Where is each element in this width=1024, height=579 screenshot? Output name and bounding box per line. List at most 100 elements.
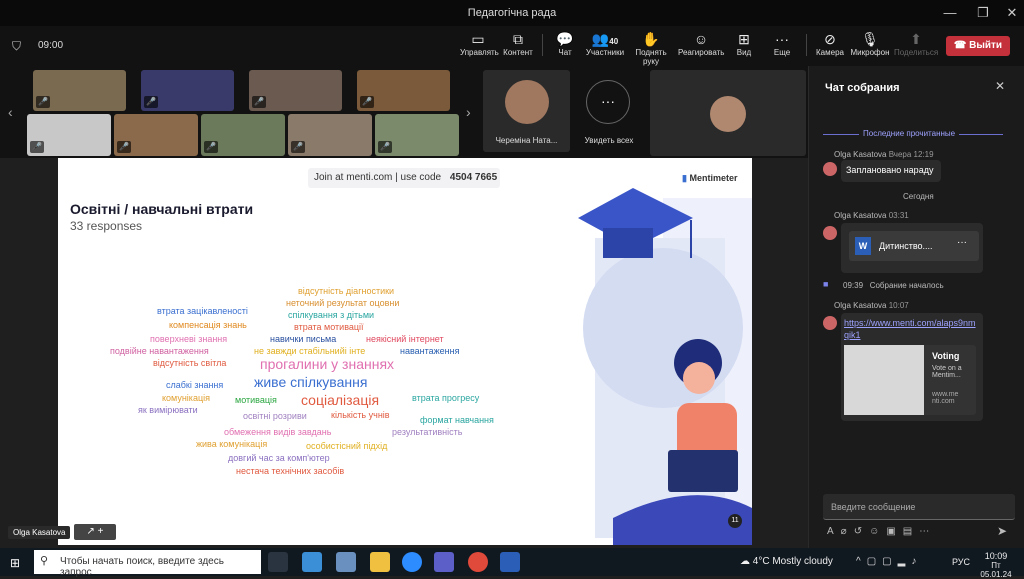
avatar	[505, 80, 549, 124]
sticker-icon[interactable]: ▤	[903, 526, 919, 537]
react-button[interactable]: ☺ Реагировать	[678, 30, 724, 57]
window-titlebar: Педагогічна рада — ❐ ✕	[0, 0, 1024, 26]
mentimeter-slide: Join at menti.com | use code 4504 7665 ▮…	[58, 158, 752, 545]
chevron-up-icon[interactable]: ^	[856, 556, 867, 567]
participant-tile[interactable]: 🎤	[201, 114, 285, 156]
message-input[interactable]: Введите сообщение	[823, 494, 1015, 520]
meeting-chat-panel: Чат собрания ✕ Последние прочитанные Olg…	[808, 66, 1024, 548]
send-icon[interactable]: ➤	[997, 524, 1007, 538]
toolbar-divider	[806, 34, 807, 56]
participant-name: Череміна Ната...	[495, 136, 558, 145]
more-button[interactable]: ··· Еще	[768, 30, 796, 57]
message-link[interactable]: https://www.menti.com/alaps9nmqik1	[844, 317, 976, 341]
word-cloud-word: поверхневі знання	[150, 334, 228, 344]
participant-tile[interactable]: 🎤	[114, 114, 198, 156]
tray-icon[interactable]: ▢	[867, 556, 882, 567]
preview-title: Voting	[932, 351, 960, 361]
participant-tile[interactable]: 🎤	[27, 114, 111, 156]
file-message: W Дитинство.... ···	[841, 223, 983, 273]
chat-message[interactable]: Заплановано нараду	[841, 160, 941, 182]
more-people-icon: ···	[586, 80, 630, 124]
message-meta: Olga Kasatova 03:31	[834, 211, 909, 220]
word-cloud-word: соціалізація	[301, 392, 380, 408]
pinned-participant-tile[interactable]: Череміна Ната...	[483, 70, 570, 152]
task-view-icon[interactable]	[268, 552, 288, 572]
participant-tile[interactable]: 🎤	[375, 114, 459, 156]
close-window-button[interactable]: ✕	[997, 3, 1024, 23]
word-cloud-word: результативність	[392, 427, 463, 437]
word-cloud-word: компенсація знань	[169, 320, 247, 330]
word-cloud-word: не завжди стабільнийі інте	[254, 346, 366, 356]
manage-button[interactable]: ▭ Управлять	[460, 30, 499, 57]
zoom-controls[interactable]: ↗ +	[74, 524, 116, 540]
toolbar-divider	[542, 34, 543, 56]
taskbar-search-input[interactable]: Чтобы начать поиск, введите здесь запрос	[34, 550, 261, 578]
word-cloud-word: навички письма	[270, 334, 337, 344]
attach-icon[interactable]: ⌀	[841, 526, 854, 537]
leave-button[interactable]: ☎ Выйти	[946, 36, 1010, 56]
chat-button[interactable]: 💬 Чат	[550, 30, 580, 57]
file-explorer-icon[interactable]	[370, 552, 390, 572]
gif-icon[interactable]: ▣	[886, 526, 902, 537]
word-cloud-word: втрата мотивації	[294, 322, 364, 332]
chevron-left-icon[interactable]: ‹	[8, 104, 13, 120]
mic-off-icon: 🎤	[30, 141, 44, 153]
network-icon[interactable]: ▂	[898, 556, 912, 567]
preview-image	[844, 345, 924, 415]
message-meta: Olga Kasatova 10:07	[834, 301, 909, 310]
minimize-button[interactable]: —	[935, 3, 965, 23]
windows-taskbar: ⊞ Чтобы начать поиск, введите здесь запр…	[0, 548, 1024, 579]
format-icon[interactable]: A	[827, 526, 841, 537]
language-indicator[interactable]: РУС	[952, 557, 970, 567]
participants-count: 40	[609, 37, 619, 46]
participant-tile[interactable]: 🎤	[249, 70, 342, 111]
teams-icon[interactable]	[434, 552, 454, 572]
share-button[interactable]: ⬆ Поделиться	[894, 30, 938, 57]
volume-icon[interactable]: ♪	[911, 556, 922, 567]
clock[interactable]: 10:09 Пт 05.01.24	[976, 551, 1016, 579]
word-cloud-word: слабкі знання	[166, 380, 224, 390]
weather-widget[interactable]: ☁ 4°C Mostly cloudy	[740, 556, 833, 567]
chrome-icon[interactable]	[468, 552, 488, 572]
view-button[interactable]: ⊞ Вид	[730, 30, 758, 57]
participant-tile[interactable]: 🎤	[288, 114, 372, 156]
mic-off-icon: 🎤	[117, 141, 131, 153]
word-icon[interactable]	[500, 552, 520, 572]
student-illustration	[578, 188, 752, 545]
tray-icon[interactable]: ▢	[882, 556, 897, 567]
participant-tile[interactable]: 🎤	[357, 70, 450, 111]
zoom-app-icon[interactable]	[402, 552, 422, 572]
app-icon[interactable]	[336, 552, 356, 572]
participant-tile[interactable]: 🎤	[33, 70, 126, 111]
windows-start-icon[interactable]: ⊞	[10, 556, 20, 570]
self-view-tile[interactable]	[650, 70, 806, 156]
app-icon[interactable]	[302, 552, 322, 572]
raise-hand-button[interactable]: ✋ Поднять руку	[628, 30, 674, 66]
camera-off-icon: ⊘	[824, 31, 836, 47]
participants-button[interactable]: 👥40 Участники	[584, 30, 626, 57]
system-tray[interactable]: ^▢▢▂♪	[856, 556, 922, 567]
file-attachment[interactable]: W Дитинство.... ···	[849, 231, 979, 261]
chevron-right-icon[interactable]: ›	[466, 104, 471, 120]
more-icon[interactable]: ···	[957, 237, 967, 248]
meeting-toolbar: ⛉ 09:00 ▭ Управлять ⧉ Контент 💬 Чат 👥40 Учас…	[0, 26, 1024, 66]
maximize-button[interactable]: ❐	[968, 3, 998, 23]
loop-icon[interactable]: ↺	[854, 526, 869, 537]
see-all-button[interactable]: ··· Увидеть всех	[574, 70, 644, 152]
more-icon[interactable]: ⋯	[919, 526, 936, 537]
link-preview-card[interactable]: Voting Vote on a Mentim... www.me nti.co…	[844, 345, 976, 415]
word-cloud-word: нестача технічних засобів	[236, 466, 345, 476]
emoji-icon[interactable]: ☺	[869, 526, 886, 537]
search-icon: ⚲	[40, 555, 49, 567]
compose-toolbar[interactable]: A⌀↺☺▣▤⋯	[827, 526, 936, 537]
share-icon: ⬆	[910, 31, 922, 47]
microphone-button[interactable]: 🎙 Микрофон	[850, 30, 890, 57]
camera-button[interactable]: ⊘ Камера	[814, 30, 846, 57]
word-cloud-word: як вимірювати	[138, 405, 198, 415]
participant-tile[interactable]: 🎤	[141, 70, 234, 111]
smile-icon: ☺	[693, 31, 709, 47]
share-tray-icon: ▭	[471, 31, 485, 47]
word-cloud-word: живе спілкування	[254, 374, 368, 390]
close-icon[interactable]: ✕	[995, 79, 1005, 93]
content-button[interactable]: ⧉ Контент	[500, 30, 536, 57]
